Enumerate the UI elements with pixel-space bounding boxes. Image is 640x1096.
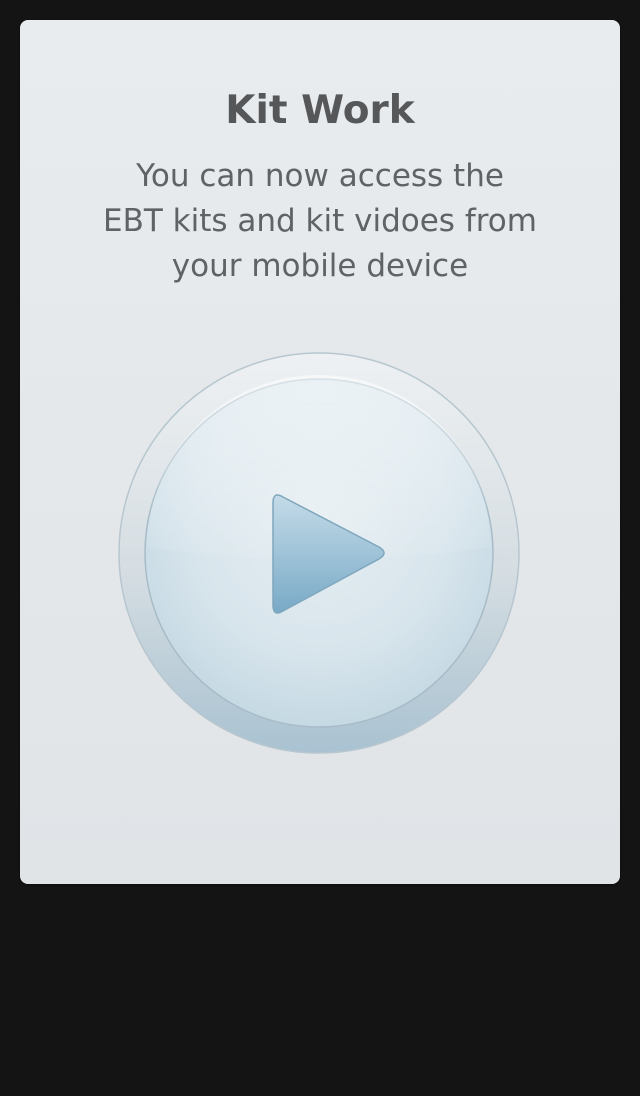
description-line-2: EBT kits and kit vidoes from bbox=[103, 203, 537, 239]
card-description: You can now access the EBT kits and kit … bbox=[20, 154, 620, 289]
description-line-1: You can now access the bbox=[136, 158, 504, 194]
play-video-button[interactable] bbox=[117, 351, 521, 755]
card-title: Kit Work bbox=[225, 88, 415, 133]
kit-work-card: Kit Work You can now access the EBT kits… bbox=[20, 20, 620, 884]
description-line-3: your mobile device bbox=[171, 248, 469, 284]
play-icon bbox=[118, 352, 520, 754]
